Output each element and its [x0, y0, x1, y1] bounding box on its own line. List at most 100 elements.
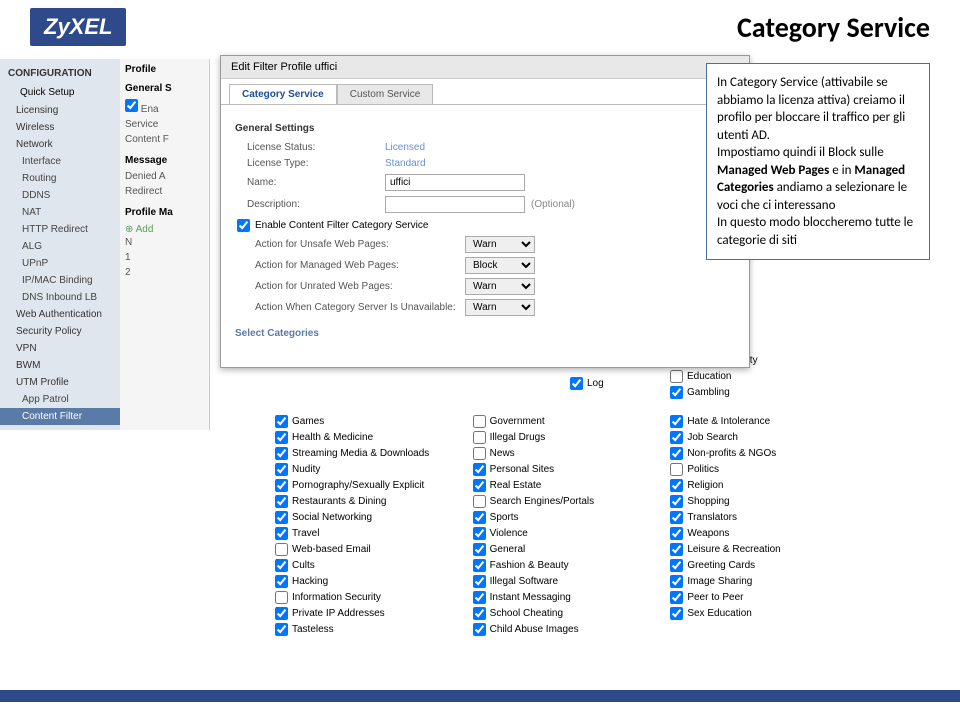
add-button[interactable]: ⊕ Add — [125, 224, 204, 235]
category-label: Politics — [687, 464, 719, 475]
category-item: General — [473, 543, 663, 556]
row-2[interactable]: 2 — [125, 265, 204, 280]
category-checkbox[interactable] — [473, 431, 486, 444]
log-checkbox[interactable] — [570, 377, 583, 390]
sidebar-item-licensing[interactable]: Licensing — [0, 102, 120, 119]
category-checkbox[interactable] — [670, 431, 683, 444]
category-checkbox[interactable] — [473, 527, 486, 540]
category-item: Job Search — [670, 431, 860, 444]
sidebar-sub[interactable]: Routing — [0, 170, 120, 187]
sidebar-item-wireless[interactable]: Wireless — [0, 119, 120, 136]
category-checkbox[interactable] — [473, 495, 486, 508]
category-checkbox[interactable] — [670, 386, 683, 399]
unavailable-select[interactable]: Warn — [465, 299, 535, 316]
general-settings-head: General Settings — [235, 123, 735, 134]
category-item: Government — [473, 415, 663, 428]
sidebar-sub[interactable]: DDNS — [0, 187, 120, 204]
category-checkbox[interactable] — [275, 527, 288, 540]
unavailable-label: Action When Category Server Is Unavailab… — [235, 302, 465, 313]
category-checkbox[interactable] — [473, 591, 486, 604]
category-checkbox[interactable] — [275, 415, 288, 428]
category-checkbox[interactable] — [670, 415, 683, 428]
category-item: Web-based Email — [275, 543, 465, 556]
category-checkbox[interactable] — [275, 479, 288, 492]
category-checkbox[interactable] — [670, 527, 683, 540]
unrated-select[interactable]: Warn — [465, 278, 535, 295]
license-type-label: License Type: — [235, 158, 385, 169]
category-item: Education — [670, 370, 758, 383]
category-checkbox[interactable] — [275, 447, 288, 460]
sidebar-sub[interactable]: IP/MAC Binding — [0, 272, 120, 289]
sidebar-item-network[interactable]: Network — [0, 136, 120, 153]
category-checkbox[interactable] — [473, 607, 486, 620]
name-input[interactable] — [385, 174, 525, 191]
tab-category-service[interactable]: Category Service — [229, 84, 337, 104]
category-item: Real Estate — [473, 479, 663, 492]
sidebar-sub[interactable]: NAT — [0, 204, 120, 221]
category-item: Translators — [670, 511, 860, 524]
category-checkbox[interactable] — [275, 575, 288, 588]
sidebar-sub[interactable]: Interface — [0, 153, 120, 170]
category-checkbox[interactable] — [473, 559, 486, 572]
quick-setup[interactable]: Quick Setup — [0, 83, 120, 102]
unsafe-select[interactable]: Warn — [465, 236, 535, 253]
category-checkbox[interactable] — [670, 543, 683, 556]
category-checkbox[interactable] — [670, 370, 683, 383]
category-checkbox[interactable] — [473, 447, 486, 460]
category-item: Greeting Cards — [670, 559, 860, 572]
category-checkbox[interactable] — [275, 495, 288, 508]
category-checkbox[interactable] — [473, 623, 486, 636]
sidebar-item[interactable]: VPN — [0, 340, 120, 357]
category-checkbox[interactable] — [670, 575, 683, 588]
license-status-value: Licensed — [385, 142, 425, 153]
category-checkbox[interactable] — [670, 479, 683, 492]
category-item: Social Networking — [275, 511, 465, 524]
category-checkbox[interactable] — [275, 511, 288, 524]
category-label: Government — [490, 416, 545, 427]
category-checkbox[interactable] — [473, 543, 486, 556]
footer-bar — [0, 690, 960, 702]
sidebar-item[interactable]: Security Policy — [0, 323, 120, 340]
category-checkbox[interactable] — [275, 431, 288, 444]
category-checkbox[interactable] — [473, 575, 486, 588]
category-checkbox[interactable] — [275, 591, 288, 604]
sidebar-sub[interactable]: App Patrol — [0, 391, 120, 408]
category-label: Translators — [687, 512, 737, 523]
select-categories-head: Select Categories — [235, 328, 735, 339]
category-checkbox[interactable] — [473, 511, 486, 524]
sidebar-item[interactable]: BWM — [0, 357, 120, 374]
unrated-label: Action for Unrated Web Pages: — [235, 281, 465, 292]
category-checkbox[interactable] — [473, 479, 486, 492]
category-checkbox[interactable] — [670, 607, 683, 620]
enable-cf-checkbox[interactable] — [237, 219, 250, 232]
sidebar-sub[interactable]: DNS Inbound LB — [0, 289, 120, 306]
category-label: Personal Sites — [490, 464, 554, 475]
category-checkbox[interactable] — [473, 463, 486, 476]
sidebar-sub[interactable]: ALG — [0, 238, 120, 255]
category-checkbox[interactable] — [275, 463, 288, 476]
category-checkbox[interactable] — [275, 623, 288, 636]
category-checkbox[interactable] — [670, 511, 683, 524]
category-checkbox[interactable] — [670, 591, 683, 604]
enable-checkbox[interactable] — [125, 99, 138, 112]
category-checkbox[interactable] — [275, 543, 288, 556]
category-checkbox[interactable] — [275, 607, 288, 620]
sidebar-sub[interactable]: HTTP Redirect — [0, 221, 120, 238]
category-checkbox[interactable] — [670, 463, 683, 476]
managed-select[interactable]: Block — [465, 257, 535, 274]
sidebar-item[interactable]: Web Authentication — [0, 306, 120, 323]
category-checkbox[interactable] — [670, 447, 683, 460]
desc-input[interactable] — [385, 196, 525, 213]
category-checkbox[interactable] — [473, 415, 486, 428]
category-item: Sports — [473, 511, 663, 524]
row-1[interactable]: 1 — [125, 250, 204, 265]
sidebar-sub[interactable]: UPnP — [0, 255, 120, 272]
sidebar-sub-content-filter[interactable]: Content Filter — [0, 408, 120, 425]
category-checkbox[interactable] — [670, 559, 683, 572]
category-checkbox[interactable] — [670, 495, 683, 508]
tab-custom-service[interactable]: Custom Service — [337, 84, 434, 104]
optional-text: (Optional) — [531, 199, 575, 210]
sidebar-item[interactable]: UTM Profile — [0, 374, 120, 391]
category-checkbox[interactable] — [275, 559, 288, 572]
category-label: Child Abuse Images — [490, 624, 579, 635]
